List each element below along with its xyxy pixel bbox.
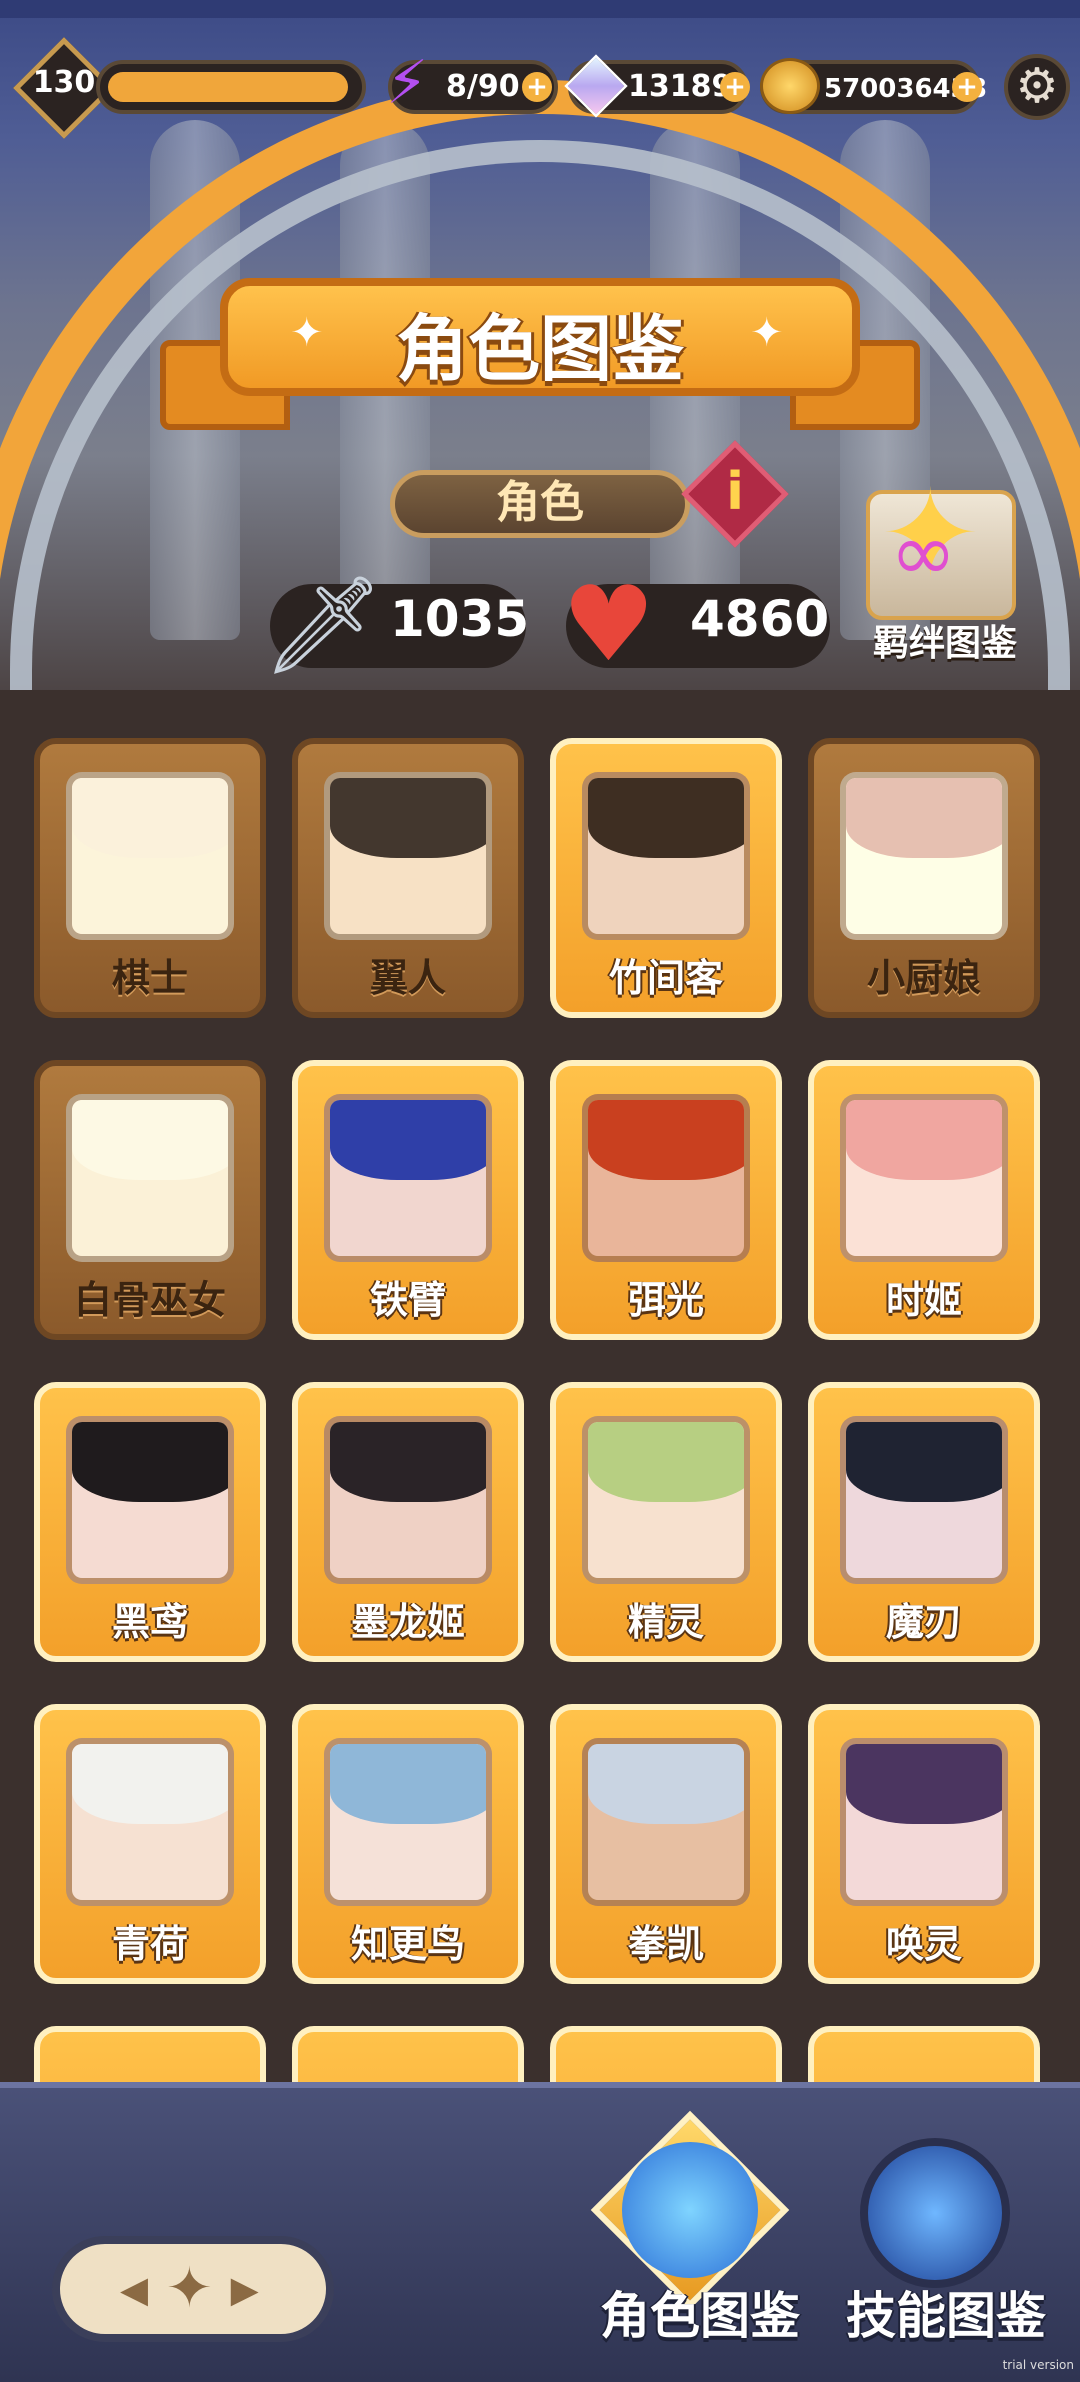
character-card[interactable]: 白骨巫女 — [34, 1060, 266, 1340]
character-card[interactable]: 精灵 — [550, 1382, 782, 1662]
character-card[interactable]: 唤灵 — [808, 1704, 1040, 1984]
character-name: 棋士 — [111, 956, 188, 1000]
character-card[interactable]: 竹间客 — [550, 738, 782, 1018]
character-portrait — [582, 1416, 750, 1584]
character-portrait — [66, 1738, 234, 1906]
exp-bar — [96, 60, 366, 114]
character-name: 时姬 — [885, 1278, 962, 1322]
character-portrait — [582, 1738, 750, 1906]
portrait-hair — [330, 1744, 486, 1824]
sword-icon: 🗡 — [262, 569, 384, 681]
portrait-hair — [588, 778, 744, 858]
character-name: 弭光 — [627, 1278, 704, 1322]
character-name: 拳凯 — [627, 1922, 704, 1966]
character-grid: 棋士 翼人 竹间客 小厨娘白骨巫女 铁臂 弭光 时姬黑鸢 墨龙姬 精灵 魔刃青荷 知更鸟 拳凯 唤灵 — [34, 738, 1046, 2084]
page-title: 角色图鉴 — [395, 307, 684, 391]
character-card-partial[interactable] — [550, 2026, 782, 2084]
character-name: 铁臂 — [369, 1278, 446, 1322]
nav-skill-gallery-label[interactable]: 技能图鉴 — [846, 2276, 1046, 2348]
energy-icon: ⚡ — [386, 48, 429, 118]
info-icon[interactable]: i — [697, 462, 773, 522]
portrait-hair — [72, 778, 228, 858]
portrait-hair — [846, 1744, 1002, 1824]
character-portrait — [324, 1416, 492, 1584]
character-name: 小厨娘 — [866, 956, 981, 1000]
attack-value: 1035 — [390, 590, 530, 648]
character-card[interactable]: 铁臂 — [292, 1060, 524, 1340]
energy-value: 8/90 — [446, 69, 520, 104]
character-card[interactable]: 时姬 — [808, 1060, 1040, 1340]
character-name: 翼人 — [369, 956, 446, 1000]
character-portrait — [66, 1094, 234, 1262]
portrait-hair — [588, 1744, 744, 1824]
portrait-hair — [846, 1100, 1002, 1180]
portrait-hair — [588, 1100, 744, 1180]
character-portrait — [582, 772, 750, 940]
character-portrait — [66, 1416, 234, 1584]
character-name: 精灵 — [627, 1600, 704, 1644]
character-portrait — [66, 772, 234, 940]
gold-plus-button[interactable]: + — [952, 72, 982, 102]
watermark: trial version — [1002, 2358, 1074, 2372]
portrait-hair — [330, 1100, 486, 1180]
heart-icon: ♥ — [562, 563, 656, 685]
portrait-hair — [588, 1422, 744, 1502]
character-card-partial[interactable] — [34, 2026, 266, 2084]
character-card-partial[interactable] — [292, 2026, 524, 2084]
character-card[interactable]: 翼人 — [292, 738, 524, 1018]
gold-coin-icon — [760, 58, 820, 114]
character-portrait — [840, 1416, 1008, 1584]
character-portrait — [324, 772, 492, 940]
portrait-hair — [72, 1744, 228, 1824]
diamond-plus-button[interactable]: + — [720, 72, 750, 102]
character-name: 竹间客 — [608, 956, 723, 1000]
character-card[interactable]: 小厨娘 — [808, 738, 1040, 1018]
character-name: 青荷 — [111, 1922, 188, 1966]
character-name: 唤灵 — [885, 1922, 962, 1966]
portrait-hair — [72, 1100, 228, 1180]
character-card-partial[interactable] — [808, 2026, 1040, 2084]
character-card[interactable]: 墨龙姬 — [292, 1382, 524, 1662]
portrait-hair — [72, 1422, 228, 1502]
character-card[interactable]: 棋士 — [34, 738, 266, 1018]
character-card[interactable]: 弭光 — [550, 1060, 782, 1340]
character-name: 白骨巫女 — [73, 1278, 226, 1322]
skill-gallery-icon[interactable] — [860, 2138, 1010, 2288]
player-level: 130 — [32, 65, 96, 100]
character-portrait — [840, 1738, 1008, 1906]
tab-roles[interactable]: 角色 — [390, 470, 690, 538]
health-value: 4860 — [690, 590, 830, 648]
portrait-hair — [330, 778, 486, 858]
exp-bar-fill — [108, 72, 348, 102]
character-name: 墨龙姬 — [350, 1600, 465, 1644]
character-name: 知更鸟 — [350, 1922, 465, 1966]
character-name: 黑鸢 — [111, 1600, 188, 1644]
top-frame — [0, 0, 1080, 18]
energy-plus-button[interactable]: + — [522, 72, 552, 102]
settings-gear-icon[interactable]: ⚙ — [1004, 54, 1070, 120]
bond-gallery-label[interactable]: 羁绊图鉴 — [850, 614, 1040, 666]
character-card[interactable]: 青荷 — [34, 1704, 266, 1984]
portrait-hair — [330, 1422, 486, 1502]
character-portrait — [840, 772, 1008, 940]
character-portrait — [840, 1094, 1008, 1262]
character-card[interactable]: 魔刃 — [808, 1382, 1040, 1662]
character-card[interactable]: 黑鸢 — [34, 1382, 266, 1662]
character-portrait — [324, 1094, 492, 1262]
diamond-value: 13189 — [628, 69, 733, 104]
character-card[interactable]: 知更鸟 — [292, 1704, 524, 1984]
character-name: 魔刃 — [885, 1600, 962, 1644]
portrait-hair — [846, 1422, 1002, 1502]
character-portrait — [582, 1094, 750, 1262]
role-gallery-icon[interactable] — [622, 2142, 758, 2278]
back-arrow-icon[interactable]: ◂ ✦ ▸ — [120, 2256, 259, 2321]
nav-role-gallery-label[interactable]: 角色图鉴 — [600, 2276, 800, 2348]
character-portrait — [324, 1738, 492, 1906]
portrait-hair — [846, 778, 1002, 858]
character-card[interactable]: 拳凯 — [550, 1704, 782, 1984]
infinity-icon: ∞ — [890, 506, 957, 599]
